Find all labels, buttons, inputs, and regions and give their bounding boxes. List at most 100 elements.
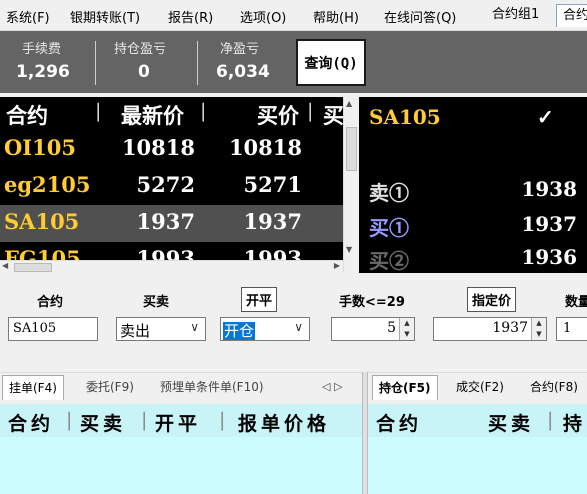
side-select[interactable]: 卖出 ∨: [116, 317, 206, 341]
tab-contract-group-1[interactable]: 合约组1: [486, 4, 545, 26]
position-pnl-label: 持仓盈亏: [114, 42, 167, 57]
column-header-position[interactable]: 持: [563, 409, 586, 436]
column-divider: |: [547, 409, 558, 431]
scroll-thumb[interactable]: [14, 263, 52, 272]
account-summary-bar: 手续费 1,296 持仓盈亏 0 净盈亏 6,034: [0, 31, 587, 93]
column-divider: |: [95, 100, 102, 122]
contract-input[interactable]: SA105: [8, 317, 98, 341]
menu-help[interactable]: 帮助(H): [313, 7, 359, 26]
tab-pending-orders[interactable]: 挂单(F4): [2, 375, 64, 400]
menu-system[interactable]: 系统(F): [6, 7, 50, 26]
net-pnl-label: 净盈亏: [220, 42, 260, 57]
column-header-side[interactable]: 买卖: [80, 409, 126, 436]
offset-label-button[interactable]: 开平: [241, 287, 278, 312]
scroll-down-icon[interactable]: ▼: [346, 245, 352, 254]
market-depth-panel: SA105 ✓ 卖① 1938 买① 1937 买② 1936: [359, 97, 587, 273]
check-icon: ✓: [537, 105, 554, 129]
menu-report[interactable]: 报告(R): [168, 7, 213, 26]
scroll-thumb[interactable]: [346, 127, 357, 171]
column-header-bid-volume[interactable]: 买: [323, 100, 343, 130]
side-select-value: 卖出: [120, 322, 151, 340]
column-divider: |: [219, 409, 230, 431]
tab-contracts[interactable]: 合约(F8): [524, 375, 584, 399]
specified-price-button[interactable]: 指定价: [467, 287, 517, 312]
fee-value: 1,296: [16, 62, 70, 82]
contract-label: 合约: [37, 295, 64, 310]
contract-cell: SA105: [4, 209, 80, 234]
bid-1-label: 买①: [369, 216, 409, 240]
contract-cell: FG105: [4, 246, 81, 260]
scroll-up-icon[interactable]: ▲: [346, 99, 352, 108]
bid-cell: 10818: [228, 135, 302, 160]
divider: [197, 41, 198, 85]
price-stepper[interactable]: 1937 ▲ ▼: [433, 317, 547, 341]
tab-positions[interactable]: 持仓(F5): [372, 375, 438, 400]
fee-label: 手续费: [22, 42, 62, 57]
tab-nav-arrows-icon[interactable]: ◁ ▷: [316, 375, 348, 399]
quantity-value: 1: [563, 321, 572, 336]
contract-input-value: SA105: [13, 321, 57, 336]
quote-row[interactable]: OI105 10818 10818: [0, 131, 343, 168]
column-header-bid[interactable]: 买价: [257, 100, 299, 130]
column-header-contract[interactable]: 合约: [6, 100, 48, 130]
column-divider: |: [200, 100, 207, 122]
bid-cell: 5271: [243, 172, 302, 197]
column-divider: |: [307, 100, 314, 122]
left-table-header: 合约 | 买卖 | 开平 | 报单价格: [0, 404, 362, 437]
last-price-cell: 1937: [136, 209, 195, 234]
menu-bar: 系统(F) 银期转账(T) 报告(R) 选项(O) 帮助(H) 在线问答(Q) …: [0, 0, 587, 31]
query-button[interactable]: 查询(Q): [296, 39, 366, 86]
quote-row[interactable]: FG105 1993 1993: [0, 242, 343, 260]
right-table-header: 合约 买卖 | 持: [368, 404, 587, 437]
lots-spin-buttons[interactable]: ▲ ▼: [399, 318, 414, 340]
tab-orders[interactable]: 委托(F9): [80, 375, 140, 399]
chevron-down-icon: ∨: [294, 320, 303, 334]
lots-label: 手数<=29: [339, 295, 405, 310]
ask-1-price: 1938: [521, 177, 577, 201]
column-divider: |: [66, 409, 77, 431]
lots-stepper[interactable]: 5 ▲ ▼: [331, 317, 415, 341]
price-value: 1937: [492, 320, 528, 336]
scroll-left-icon[interactable]: ◀: [2, 261, 8, 270]
column-header-last-price[interactable]: 最新价: [121, 100, 184, 130]
left-table-body: [0, 437, 362, 494]
quantity-input[interactable]: 1: [556, 317, 587, 341]
tab-conditional-orders[interactable]: 预埋单条件单(F10): [154, 375, 270, 399]
vertical-scrollbar[interactable]: ▲ ▼: [343, 97, 358, 272]
menu-bank-transfer[interactable]: 银期转账(T): [70, 7, 140, 26]
column-header-contract[interactable]: 合约: [376, 409, 422, 436]
last-price-cell: 1993: [136, 246, 195, 260]
menu-options[interactable]: 选项(O): [240, 7, 286, 26]
chevron-down-icon: ∨: [190, 320, 199, 334]
contract-cell: eg2105: [4, 172, 91, 197]
quote-row-selected[interactable]: SA105 1937 1937: [0, 205, 343, 242]
tab-trades[interactable]: 成交(F2): [450, 375, 510, 399]
column-divider: |: [141, 409, 152, 431]
last-price-cell: 10818: [121, 135, 195, 160]
divider: [95, 41, 96, 85]
contract-cell: OI105: [4, 135, 76, 160]
bid-2-price: 1936: [521, 245, 577, 269]
column-header-contract[interactable]: 合约: [8, 409, 54, 436]
quote-row[interactable]: eg2105 5272 5271: [0, 168, 343, 205]
quantity-label: 数量: [565, 295, 587, 310]
scroll-right-icon[interactable]: ▶: [334, 261, 340, 270]
last-price-cell: 5272: [136, 172, 195, 197]
depth-contract: SA105: [369, 105, 441, 129]
column-header-order-price[interactable]: 报单价格: [238, 409, 330, 436]
lots-value: 5: [387, 320, 396, 336]
offset-select-value: 开仓: [223, 322, 256, 340]
offset-select[interactable]: 开仓 ∨: [220, 317, 310, 341]
tab-contract[interactable]: 合约: [556, 4, 587, 27]
bid-cell: 1993: [243, 246, 302, 260]
menu-online-qa[interactable]: 在线问答(Q): [384, 7, 456, 26]
bid-1-price: 1937: [521, 212, 577, 236]
net-pnl-value: 6,034: [216, 62, 270, 82]
price-spin-buttons[interactable]: ▲ ▼: [531, 318, 546, 340]
horizontal-scrollbar[interactable]: ◀ ▶: [0, 260, 343, 273]
bid-2-label: 买②: [369, 249, 409, 273]
column-header-side[interactable]: 买卖: [488, 409, 534, 436]
position-pnl-value: 0: [138, 62, 150, 82]
ask-1-label: 卖①: [369, 181, 409, 205]
column-header-offset[interactable]: 开平: [155, 409, 201, 436]
